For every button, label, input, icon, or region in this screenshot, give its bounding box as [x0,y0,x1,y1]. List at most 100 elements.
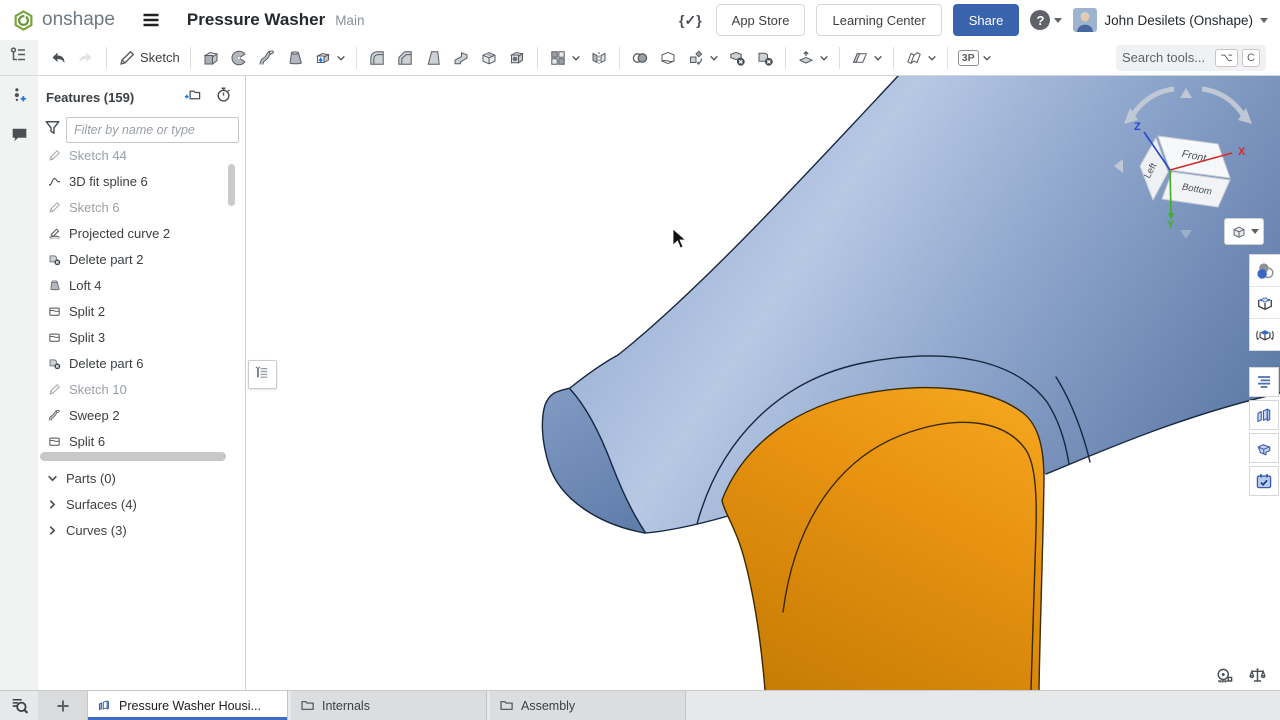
section-curves[interactable]: Curves (3) [38,517,245,543]
three-point-label: 3P [958,50,979,66]
axis-x-label: X [1238,146,1246,158]
comment-icon[interactable] [9,124,30,150]
section-label: Curves (3) [66,523,127,538]
feature-item[interactable]: Split 6 [38,428,245,454]
rollback-stopwatch-icon[interactable] [214,85,233,109]
feature-item[interactable]: Sketch 10 [38,376,245,402]
feature-toolbar: Sketch 3P Search tools... ⌥ C [0,40,1280,76]
graphics-viewport[interactable]: Front Left Bottom X Y Z [246,76,1280,690]
tool-enclose-button[interactable] [655,45,681,71]
toolbar-separator [190,47,191,69]
tool-draft-button[interactable] [420,45,446,71]
tool-sketch-button[interactable]: Sketch [114,45,183,71]
feature-label: Delete part 2 [69,252,143,267]
logo-wordmark: onshape [42,9,115,31]
filter-input[interactable] [66,117,239,143]
add-folder-icon[interactable] [183,85,202,109]
filter-funnel-icon[interactable] [42,117,63,143]
user-menu[interactable]: John Desilets (Onshape) [1073,8,1268,32]
toolbar-separator [537,47,538,69]
tool-fillet-button[interactable] [364,45,390,71]
feature-label: Split 3 [69,330,105,345]
versions-part-icon[interactable] [1249,433,1279,463]
help-menu[interactable]: ? [1030,10,1062,30]
versions-icon[interactable] [9,85,30,111]
feature-item[interactable]: Split 2 [38,298,245,324]
learning-center-button[interactable]: Learning Center [816,4,941,36]
feature-item[interactable]: Sweep 2 [38,402,245,428]
vertical-scrollbar[interactable] [228,164,235,206]
share-button[interactable]: Share [953,4,1020,36]
measure-tool-icon[interactable] [1214,665,1235,686]
axis-z-label: Z [1134,121,1141,133]
tool-loft-button[interactable] [282,45,308,71]
tool-mirror-button[interactable] [586,45,612,71]
tasks-calendar-icon[interactable] [1249,466,1279,496]
feature-item[interactable]: Projected curve 2 [38,220,245,246]
mass-properties-icon[interactable] [1247,665,1268,686]
render-rotate-icon[interactable] [1250,318,1280,350]
feature-label: Sweep 2 [69,408,120,423]
tool-surface-pattern-button[interactable] [901,45,940,71]
feature-label: Sketch 10 [69,382,127,397]
section-parts[interactable]: Parts (0) [38,465,245,491]
tool-transform-button[interactable] [683,45,722,71]
tool-thicken-button[interactable] [310,45,349,71]
feature-item[interactable]: Delete part 6 [38,350,245,376]
axis-y-label: Y [1167,219,1175,231]
chevron-down-icon [1260,18,1268,23]
tool-shell-button[interactable] [476,45,502,71]
section-label: Surfaces (4) [66,497,137,512]
shortcut-key-c: C [1242,49,1260,67]
tab-internals[interactable]: Internals [291,691,487,720]
tool-rib-button[interactable] [448,45,474,71]
tool-boolean-button[interactable] [627,45,653,71]
app-store-button[interactable]: App Store [716,4,806,36]
appearance-icon[interactable] [1250,255,1280,286]
tool-linear-pattern-button[interactable] [545,45,584,71]
feature-sections: Parts (0) Surfaces (4) Curves (3) [38,465,245,543]
tool-sweep-button[interactable] [254,45,280,71]
feature-list: Sketch 443D fit spline 6Sketch 6Projecte… [38,142,245,454]
tab-assembly[interactable]: Assembly [490,691,686,720]
search-tabs-icon[interactable] [0,691,38,720]
tool-move-face-button[interactable] [793,45,832,71]
feature-item[interactable]: 3D fit spline 6 [38,168,245,194]
horizontal-scrollbar[interactable] [40,452,226,461]
feature-script-icon[interactable]: {✓} [679,12,702,29]
comparison-icon[interactable] [1249,367,1279,397]
hamburger-menu-icon[interactable] [141,10,161,30]
add-tab-button[interactable] [38,691,88,720]
search-tools-box[interactable]: Search tools... ⌥ C [1116,45,1266,71]
onshape-logo[interactable]: onshape [12,9,115,32]
tool-plane-button[interactable] [847,45,886,71]
section-surfaces[interactable]: Surfaces (4) [38,491,245,517]
parts-list-icon[interactable] [1249,400,1279,430]
mouse-cursor [672,228,688,250]
help-icon: ? [1030,10,1050,30]
tool-chamfer-button[interactable] [392,45,418,71]
feature-item[interactable]: Sketch 44 [38,142,245,168]
workspace-name[interactable]: Main [335,13,364,28]
toolbar-separator [893,47,894,69]
feature-tree-toggle[interactable] [0,40,38,75]
tool-hole-button[interactable] [504,45,530,71]
tool-label: Sketch [140,50,180,65]
feature-item[interactable]: Sketch 6 [38,194,245,220]
view-options-button[interactable] [1224,218,1264,245]
document-title: Pressure Washer [187,10,325,30]
tool-redo-button[interactable] [73,45,99,71]
render-cube-icon[interactable] [1250,286,1280,318]
tool-delete-part-button[interactable] [752,45,778,71]
tool-revolve-button[interactable] [226,45,252,71]
tool-3p-button[interactable]: 3P [955,47,995,69]
feature-item[interactable]: Delete part 2 [38,246,245,272]
feature-item[interactable]: Loft 4 [38,272,245,298]
tab-pressure-washer-housi[interactable]: Pressure Washer Housi... [88,691,288,720]
search-tools-placeholder: Search tools... [1122,50,1211,65]
tool-undo-button[interactable] [45,45,71,71]
feature-item[interactable]: Split 3 [38,324,245,350]
tool-extrude-button[interactable] [198,45,224,71]
tool-delete-face-button[interactable] [724,45,750,71]
panel-collapse-button[interactable] [248,360,277,389]
